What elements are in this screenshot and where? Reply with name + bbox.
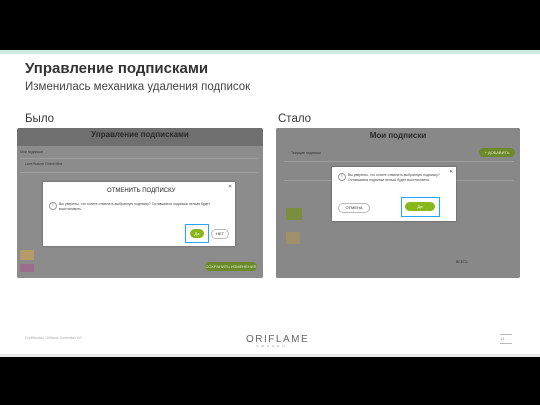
before-page-header: Управление подписками	[91, 130, 189, 139]
page-number: 14	[500, 336, 505, 341]
before-decline-button[interactable]: НЕТ	[211, 229, 229, 239]
divider	[20, 158, 258, 159]
before-dialog-text: Вы уверены, что хотите отменить выбранну…	[59, 202, 210, 211]
page-number-rule	[500, 334, 512, 335]
presentation-slide: Управление подписками Изменилась механик…	[0, 50, 540, 357]
after-screenshot: Мои подписки Текущие подписки + ДОБАВИТЬ…	[276, 128, 520, 278]
before-label: Было	[25, 113, 55, 125]
close-icon[interactable]: ✕	[228, 184, 232, 190]
before-screenshot: Управление подписками Мои подписки Love …	[17, 128, 263, 278]
after-add-button[interactable]: + ДОБАВИТЬ	[479, 148, 515, 157]
oriflame-logo: ORIFLAME SWEDEN	[246, 334, 308, 348]
before-section-title: Мои подписки	[20, 150, 43, 154]
after-total-label: ВСЕГО	[456, 260, 468, 264]
after-page-header: Мои подписки	[369, 131, 427, 140]
after-cancel-button[interactable]: ОТМЕНА	[338, 203, 370, 213]
after-dialog-text: Вы уверены, что хотите отменить выбранну…	[348, 173, 440, 182]
product-image	[286, 208, 302, 220]
divider	[284, 161, 514, 162]
before-cancel-dialog: ОТМЕНИТЬ ПОДПИСКУ ✕ ! Вы уверены, что хо…	[43, 182, 235, 246]
before-dialog-title: ОТМЕНИТЬ ПОДПИСКУ	[107, 188, 176, 194]
warning-icon: !	[49, 202, 57, 210]
page-number-rule	[500, 343, 512, 344]
product-image	[286, 232, 300, 244]
slide-title: Управление подписками	[25, 60, 209, 77]
after-label: Стало	[278, 113, 312, 125]
product-image	[20, 264, 34, 272]
top-accent-band	[0, 50, 540, 54]
confirm-highlight	[185, 224, 209, 243]
after-subheader: Текущие подписки	[291, 151, 321, 155]
bottom-band	[0, 354, 540, 357]
slide-subtitle: Изменилась механика удаления подписок	[25, 81, 251, 93]
before-product-name: Love Nature Orient Mist	[25, 162, 62, 166]
before-save-button[interactable]: СОХРАНИТЬ ИЗМЕНЕНИЯ	[205, 262, 257, 271]
footer-text: Confidential. Oriflame Cosmetics AG	[25, 336, 82, 340]
warning-icon: !	[338, 173, 346, 181]
confirm-highlight	[401, 197, 440, 217]
product-image	[20, 250, 34, 260]
divider	[20, 172, 258, 173]
after-cancel-dialog: ✕ ! Вы уверены, что хотите отменить выбр…	[332, 167, 456, 221]
